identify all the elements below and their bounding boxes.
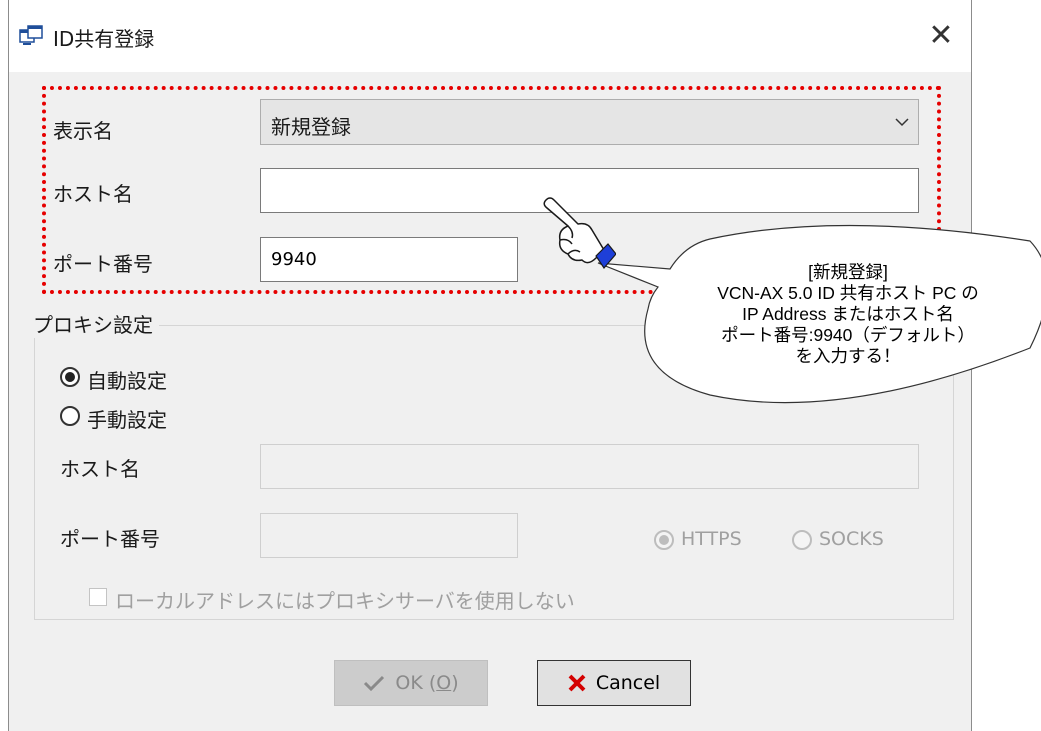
host-label: ホスト名 [53,182,133,206]
callout-line: を入力する！ [795,346,901,366]
window-icon [19,25,43,45]
callout-text: [新規登録] VCN-AX 5.0 ID 共有ホスト PC の IP Addre… [650,262,1041,367]
ok-label: OK (O) [395,672,459,694]
cancel-label: Cancel [595,672,661,694]
socks-label: SOCKS [819,528,884,550]
https-radio[interactable] [654,530,674,550]
cancel-button[interactable]: Cancel [537,660,691,706]
display-name-label: 表示名 [53,119,113,143]
proxy-port-label: ポート番号 [60,527,160,551]
radio-dot [659,535,669,545]
proxy-host-input[interactable] [260,444,919,489]
pointing-hand-icon [543,197,616,269]
manual-setting-radio[interactable] [60,406,80,426]
auto-setting-label: 自動設定 [87,369,167,393]
chevron-down-icon [895,118,909,127]
manual-setting-label: 手動設定 [87,408,167,432]
proxy-host-label: ホスト名 [60,457,140,481]
callout-line: IP Address またはホスト名 [742,304,954,324]
check-icon [364,675,385,691]
callout-line: VCN-AX 5.0 ID 共有ホスト PC の [717,283,979,303]
callout-line: ポート番号:9940（デフォルト） [721,325,975,345]
https-label: HTTPS [681,528,742,550]
port-input[interactable] [260,237,518,282]
socks-radio[interactable] [792,530,812,550]
no-local-proxy-label: ローカルアドレスにはプロキシサーバを使用しない [115,589,575,613]
display-name-value: 新規登録 [271,115,351,139]
auto-setting-radio[interactable] [60,367,80,387]
dialog-title: ID共有登録 [53,27,155,51]
no-local-proxy-checkbox[interactable] [89,588,107,606]
proxy-group-title: プロキシ設定 [27,309,159,338]
title-bar: ID共有登録 ✕ [9,0,971,72]
display-name-select[interactable]: 新規登録 [260,99,919,145]
cancel-x-icon [568,674,586,692]
callout-line: [新規登録] [808,262,888,282]
radio-dot [65,372,75,382]
proxy-port-input[interactable] [260,513,518,558]
ok-button[interactable]: OK (O) [334,660,488,706]
port-label: ポート番号 [53,252,153,276]
close-icon[interactable]: ✕ [921,16,961,56]
